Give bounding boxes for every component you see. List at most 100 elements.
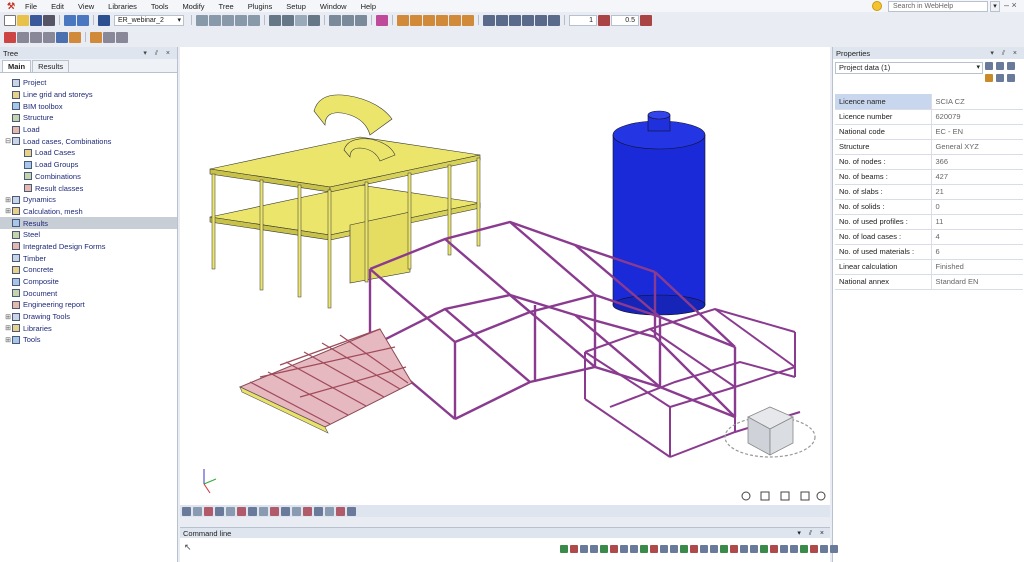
menu-view[interactable]: View [71, 2, 101, 11]
property-value[interactable]: General XYZ [931, 139, 1023, 155]
command-tool-icon[interactable] [730, 545, 738, 553]
command-tool-icon[interactable] [690, 545, 698, 553]
tool-icon[interactable] [116, 31, 128, 43]
select-icon[interactable] [355, 14, 367, 26]
view-tool-icon[interactable] [259, 506, 268, 516]
command-tool-icon[interactable] [740, 545, 748, 553]
view-tool-icon[interactable] [270, 506, 279, 516]
tool-icon[interactable] [30, 31, 42, 43]
tool-icon[interactable] [1007, 74, 1015, 82]
grid-icon[interactable] [436, 14, 448, 26]
concrete-building[interactable] [209, 94, 481, 309]
property-row[interactable]: Licence number 620079 [835, 109, 1023, 125]
tree-item[interactable]: ⊞ Libraries [0, 322, 177, 334]
property-row[interactable]: No. of nodes :366 [835, 154, 1023, 170]
panel-controls-icon[interactable]: ▾ ⫽ × [797, 529, 830, 538]
property-value[interactable]: EC - EN [931, 124, 1023, 140]
menu-modify[interactable]: Modify [175, 2, 211, 11]
view-tool-icon[interactable] [347, 506, 356, 516]
menu-plugins[interactable]: Plugins [241, 2, 280, 11]
view-icon[interactable] [235, 14, 247, 26]
command-tool-icon[interactable] [720, 545, 728, 553]
property-value[interactable]: 21 [931, 184, 1023, 200]
property-row[interactable]: No. of beams :427 [835, 169, 1023, 185]
view-tool-icon[interactable] [193, 506, 202, 516]
menu-file[interactable]: File [18, 2, 44, 11]
view-tool-icon[interactable] [226, 506, 235, 516]
command-tool-icon[interactable] [660, 545, 668, 553]
command-tool-icon[interactable] [810, 545, 818, 553]
view-icon[interactable] [209, 14, 221, 26]
tree-expander-icon[interactable]: ⊞ [4, 336, 12, 344]
render-icon[interactable] [295, 14, 307, 26]
command-tool-icon[interactable] [600, 545, 608, 553]
properties-selector[interactable]: Project data (1) [835, 62, 983, 74]
property-row[interactable]: No. of load cases :4 [835, 229, 1023, 245]
grid-icon[interactable] [423, 14, 435, 26]
view-tool-icon[interactable] [303, 506, 312, 516]
tool-icon[interactable] [69, 31, 81, 43]
tree-item[interactable]: ⊞ Dynamics [0, 194, 177, 206]
command-tool-icon[interactable] [670, 545, 678, 553]
property-value[interactable]: 6 [931, 244, 1023, 260]
property-value[interactable]: 11 [931, 214, 1023, 230]
tree-item[interactable]: Load Groups [0, 159, 177, 171]
command-tool-icon[interactable] [590, 545, 598, 553]
command-tool-icon[interactable] [830, 545, 838, 553]
property-row[interactable]: No. of slabs :21 [835, 184, 1023, 200]
property-value[interactable]: SCIA CZ [931, 94, 1023, 110]
property-row[interactable]: No. of used materials :6 [835, 244, 1023, 260]
grid-icon[interactable] [410, 14, 422, 26]
menu-libraries[interactable]: Libraries [101, 2, 144, 11]
property-row[interactable]: Linear calculation Finished [835, 259, 1023, 275]
property-row[interactable]: Structure General XYZ [835, 139, 1023, 155]
timber-roof[interactable] [238, 328, 413, 434]
command-tool-icon[interactable] [790, 545, 798, 553]
tree-item[interactable]: Load [0, 124, 177, 136]
command-tool-icon[interactable] [580, 545, 588, 553]
tree-item[interactable]: Composite [0, 276, 177, 288]
panel-controls-icon[interactable]: ▾ ⫽ × [143, 49, 177, 58]
tree-item[interactable]: Results [0, 217, 177, 229]
tool-icon[interactable] [43, 31, 55, 43]
scale-input[interactable]: 0.5 [611, 14, 639, 26]
tool-icon[interactable] [17, 31, 29, 43]
tree-expander-icon[interactable]: ⊞ [4, 196, 12, 204]
tree-item[interactable]: Steel [0, 229, 177, 241]
tree-item[interactable]: Project [0, 77, 177, 89]
scale-icon[interactable] [598, 14, 610, 26]
app-logo-icon[interactable]: ⚒ [4, 1, 18, 12]
view-icon[interactable] [222, 14, 234, 26]
command-tool-icon[interactable] [770, 545, 778, 553]
steel-tank[interactable] [612, 110, 706, 316]
menu-tools[interactable]: Tools [144, 2, 176, 11]
brush-icon[interactable] [985, 74, 993, 82]
menu-edit[interactable]: Edit [44, 2, 71, 11]
view-icon[interactable] [196, 14, 208, 26]
scale-icon[interactable] [640, 14, 652, 26]
view-tool-icon[interactable] [314, 506, 323, 516]
tool-icon[interactable] [996, 74, 1004, 82]
menu-tree[interactable]: Tree [212, 2, 241, 11]
command-tool-icon[interactable] [780, 545, 788, 553]
display-icon[interactable] [522, 14, 534, 26]
tree-item[interactable]: Integrated Design Forms [0, 241, 177, 253]
tree-item[interactable]: Line grid and storeys [0, 89, 177, 101]
snap-icon[interactable] [376, 14, 388, 26]
save-icon[interactable] [30, 14, 42, 26]
search-dropdown-icon[interactable]: ▾ [990, 1, 1000, 12]
tree-expander-icon[interactable]: ⊞ [4, 313, 12, 321]
new-icon[interactable] [4, 14, 16, 26]
refresh-icon[interactable] [996, 62, 1004, 70]
view-tool-icon[interactable] [292, 506, 301, 516]
edit-icon[interactable] [1007, 62, 1015, 70]
tool-icon[interactable] [4, 31, 16, 43]
property-value[interactable]: 4 [931, 229, 1023, 245]
tree-expander-icon[interactable]: ⊟ [4, 137, 12, 145]
zoom-input[interactable]: 1 [569, 14, 597, 26]
tab-results[interactable]: Results [32, 60, 70, 72]
window-controls[interactable]: – × [1004, 0, 1024, 12]
menu-help[interactable]: Help [354, 2, 383, 11]
view-tool-icon[interactable] [281, 506, 290, 516]
view-icon[interactable] [248, 14, 260, 26]
